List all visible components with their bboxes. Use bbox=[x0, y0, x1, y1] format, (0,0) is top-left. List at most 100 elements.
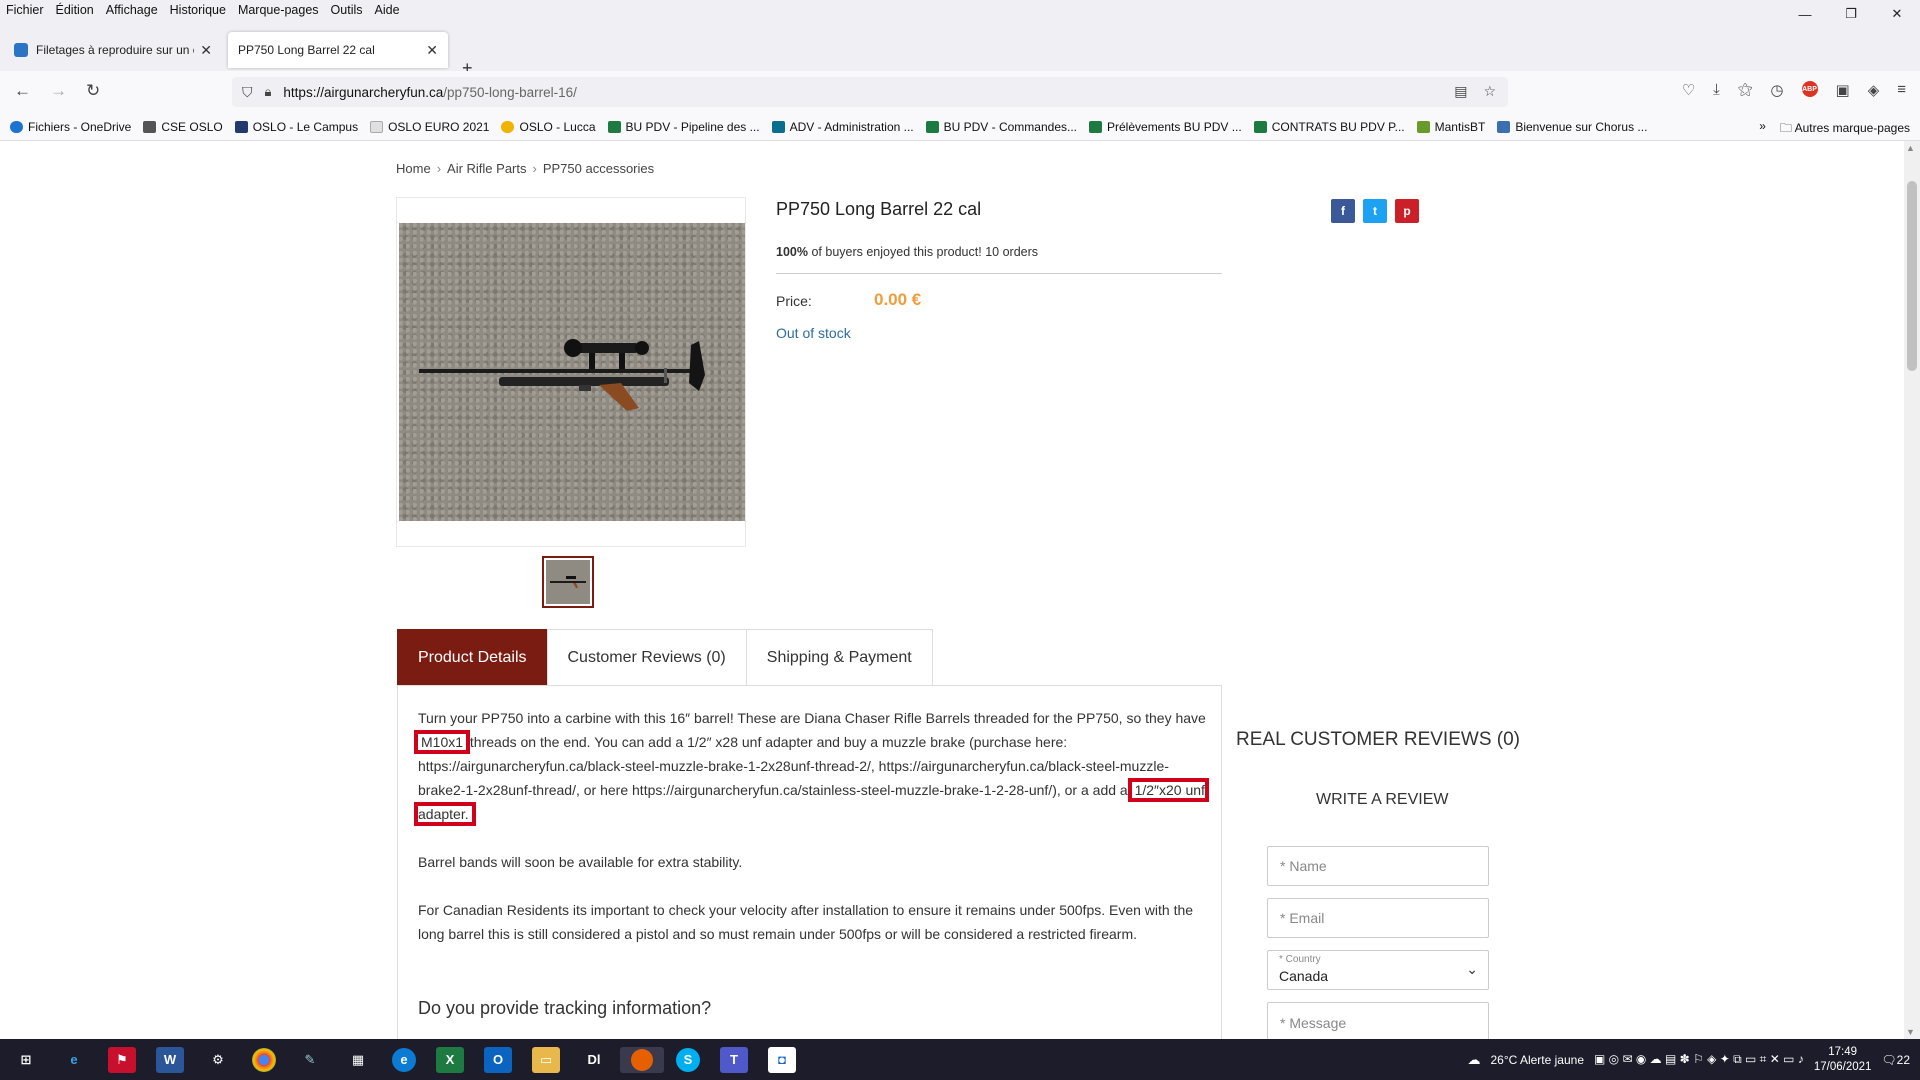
calculator-icon[interactable]: ▦ bbox=[344, 1047, 372, 1073]
lucca-icon bbox=[501, 120, 515, 133]
menu-help[interactable]: Aide bbox=[375, 3, 400, 17]
app-icon[interactable]: ⚙ bbox=[204, 1047, 232, 1073]
sync-icon[interactable]: ◈ bbox=[1868, 81, 1880, 99]
dl-app-icon[interactable]: Dl bbox=[580, 1047, 608, 1073]
downloads-icon[interactable]: ⤓ bbox=[1713, 81, 1720, 99]
bookmark-item[interactable]: BU PDV - Commandes... bbox=[925, 120, 1077, 134]
extension-badge-icon[interactable]: ▣ bbox=[1836, 81, 1850, 99]
chrome-icon[interactable] bbox=[252, 1047, 276, 1072]
notification-center-icon[interactable]: 🗨︎22 bbox=[1881, 1053, 1910, 1067]
breadcrumb-air-rifle-parts[interactable]: Air Rifle Parts bbox=[447, 161, 526, 176]
bookmark-item[interactable]: ADV - Administration ... bbox=[771, 120, 914, 134]
faq-question[interactable]: Do you provide tracking information? bbox=[418, 998, 711, 1019]
bookmark-item[interactable]: Prélèvements BU PDV ... bbox=[1089, 120, 1242, 134]
excel-icon[interactable]: X bbox=[436, 1046, 464, 1073]
menu-tools[interactable]: Outils bbox=[331, 3, 363, 17]
menu-bookmarks[interactable]: Marque-pages bbox=[238, 3, 319, 17]
reader-view-icon[interactable]: ▤ bbox=[1454, 83, 1467, 100]
word-icon[interactable]: W bbox=[156, 1046, 184, 1073]
product-image-frame bbox=[396, 197, 746, 547]
close-tab-icon[interactable]: ✕ bbox=[426, 42, 438, 59]
shield-app-icon[interactable]: ◘ bbox=[768, 1046, 796, 1073]
other-bookmarks[interactable]: 🗀︎ Autres marque-pages bbox=[1780, 119, 1910, 140]
review-message-field[interactable] bbox=[1267, 1002, 1489, 1039]
edge-icon[interactable]: e bbox=[392, 1047, 416, 1072]
menu-history[interactable]: Historique bbox=[170, 3, 226, 17]
tray-icons[interactable]: ▣ ◎ ✉ ◉ ☁ ▤ ✽ ⚐ ◈ ✦ ⧉ ▭ ⌗ ✕ ▭ ♪ bbox=[1594, 1052, 1804, 1067]
browser-tab-pp750[interactable]: PP750 Long Barrel 22 cal ✕ bbox=[228, 32, 448, 68]
address-bar[interactable]: ⛉ 🔒︎ https://airgunarcheryfun.ca/pp750-l… bbox=[232, 77, 1508, 107]
country-value: Canada bbox=[1279, 968, 1329, 984]
page-scrollbar[interactable]: ▲ ▼ bbox=[1904, 141, 1920, 1039]
bookmarks-bar: Fichiers - OneDrive CSE OSLO OSLO - Le C… bbox=[0, 113, 1920, 141]
history-icon[interactable]: ◷ bbox=[1770, 81, 1783, 99]
product-details-panel: Turn your PP750 into a carbine with this… bbox=[397, 685, 1222, 1039]
breadcrumb-pp750-accessories[interactable]: PP750 accessories bbox=[543, 161, 654, 176]
bookmark-item[interactable]: OSLO - Le Campus bbox=[234, 120, 358, 134]
chevron-right-icon[interactable]: » bbox=[1759, 119, 1766, 140]
internet-explorer-icon[interactable]: e bbox=[60, 1047, 88, 1073]
tab-product-details[interactable]: Product Details bbox=[397, 629, 548, 685]
review-country-select[interactable]: * Country Canada ⌄ bbox=[1267, 950, 1489, 990]
forward-arrow-icon[interactable]: → bbox=[50, 81, 67, 101]
weather-text[interactable]: 26°C Alerte jaune bbox=[1490, 1053, 1584, 1067]
skype-icon[interactable]: S bbox=[676, 1047, 700, 1072]
url-text[interactable]: https://airgunarcheryfun.ca/pp750-long-b… bbox=[283, 85, 576, 100]
twitter-share-icon[interactable]: t bbox=[1363, 199, 1387, 223]
facebook-share-icon[interactable]: f bbox=[1331, 199, 1355, 223]
buyer-satisfaction: 100% of buyers enjoyed this product! 10 … bbox=[776, 245, 1038, 259]
clock[interactable]: 17:49 17/06/2021 bbox=[1814, 1045, 1872, 1075]
reload-icon[interactable]: ↻ bbox=[86, 81, 100, 101]
pinterest-share-icon[interactable]: p bbox=[1395, 199, 1419, 223]
product-thumbnail[interactable] bbox=[542, 556, 594, 608]
bookmark-item[interactable]: MantisBT bbox=[1416, 120, 1485, 134]
bookmark-item[interactable]: CSE OSLO bbox=[143, 120, 223, 134]
menu-view[interactable]: Affichage bbox=[106, 3, 158, 17]
chevron-right-icon: › bbox=[436, 161, 442, 176]
tab-customer-reviews[interactable]: Customer Reviews (0) bbox=[546, 629, 747, 685]
product-title: PP750 Long Barrel 22 cal bbox=[776, 199, 982, 219]
close-tab-icon[interactable]: ✕ bbox=[200, 42, 212, 59]
teams-icon[interactable]: T bbox=[720, 1046, 748, 1073]
bookmark-star-icon[interactable]: ☆ bbox=[1483, 83, 1496, 100]
bookmark-item[interactable]: CONTRATS BU PDV P... bbox=[1253, 120, 1405, 134]
review-email-field[interactable] bbox=[1267, 898, 1489, 938]
bookmark-item[interactable]: OSLO - Lucca bbox=[501, 120, 596, 134]
excel-icon bbox=[1253, 120, 1267, 133]
red-app-icon[interactable]: ⚑ bbox=[108, 1046, 136, 1073]
tab-shipping-payment[interactable]: Shipping & Payment bbox=[745, 629, 933, 685]
scrollbar-thumb[interactable] bbox=[1907, 181, 1917, 371]
url-path: /pp750-long-barrel-16/ bbox=[443, 84, 577, 100]
hamburger-menu-icon[interactable]: ≡ bbox=[1897, 81, 1906, 99]
back-arrow-icon[interactable]: ← bbox=[14, 81, 31, 101]
scroll-up-icon[interactable]: ▲ bbox=[1906, 143, 1915, 153]
bookmark-item[interactable]: OSLO EURO 2021 bbox=[370, 120, 489, 134]
product-image[interactable] bbox=[399, 223, 745, 521]
lock-icon[interactable]: 🔒︎ bbox=[265, 84, 272, 100]
pocket-icon[interactable]: ♡ bbox=[1682, 81, 1695, 99]
windows-start-icon[interactable]: ⊞ bbox=[12, 1047, 40, 1073]
description-paragraph: Barrel bands will soon be available for … bbox=[418, 854, 743, 870]
bookmark-item[interactable]: BU PDV - Pipeline des ... bbox=[607, 120, 760, 134]
bookmark-item[interactable]: Fichiers - OneDrive bbox=[10, 120, 131, 134]
price-value: 0.00 € bbox=[874, 290, 922, 309]
stock-status: Out of stock bbox=[776, 325, 851, 341]
firefox-icon[interactable] bbox=[620, 1046, 664, 1073]
adblock-icon[interactable]: ABP bbox=[1801, 81, 1818, 97]
bookmark-label: Prélèvements BU PDV ... bbox=[1107, 119, 1242, 134]
menu-file[interactable]: Fichier bbox=[6, 3, 44, 17]
tracking-shield-icon[interactable]: ⛉ bbox=[242, 84, 253, 101]
scroll-down-icon[interactable]: ▼ bbox=[1906, 1027, 1915, 1037]
browser-tab-threads[interactable]: Filetages à reproduire sur un ca ✕ bbox=[4, 32, 222, 68]
review-name-field[interactable] bbox=[1267, 846, 1489, 886]
file-explorer-icon[interactable]: ▭ bbox=[532, 1046, 560, 1073]
notepad-icon[interactable]: ✎ bbox=[296, 1047, 324, 1073]
extensions-icon[interactable]: ⚝ bbox=[1738, 81, 1753, 99]
price-label: Price: bbox=[776, 293, 812, 309]
menu-edit[interactable]: Édition bbox=[56, 3, 94, 17]
bookmark-item[interactable]: Bienvenue sur Chorus ... bbox=[1497, 120, 1647, 134]
weather-icon[interactable]: ☁ bbox=[1467, 1052, 1480, 1068]
outlook-icon[interactable]: O bbox=[484, 1046, 512, 1073]
breadcrumb-home[interactable]: Home bbox=[396, 161, 431, 176]
urlbar-actions: ▤ ☆ bbox=[1454, 83, 1496, 100]
